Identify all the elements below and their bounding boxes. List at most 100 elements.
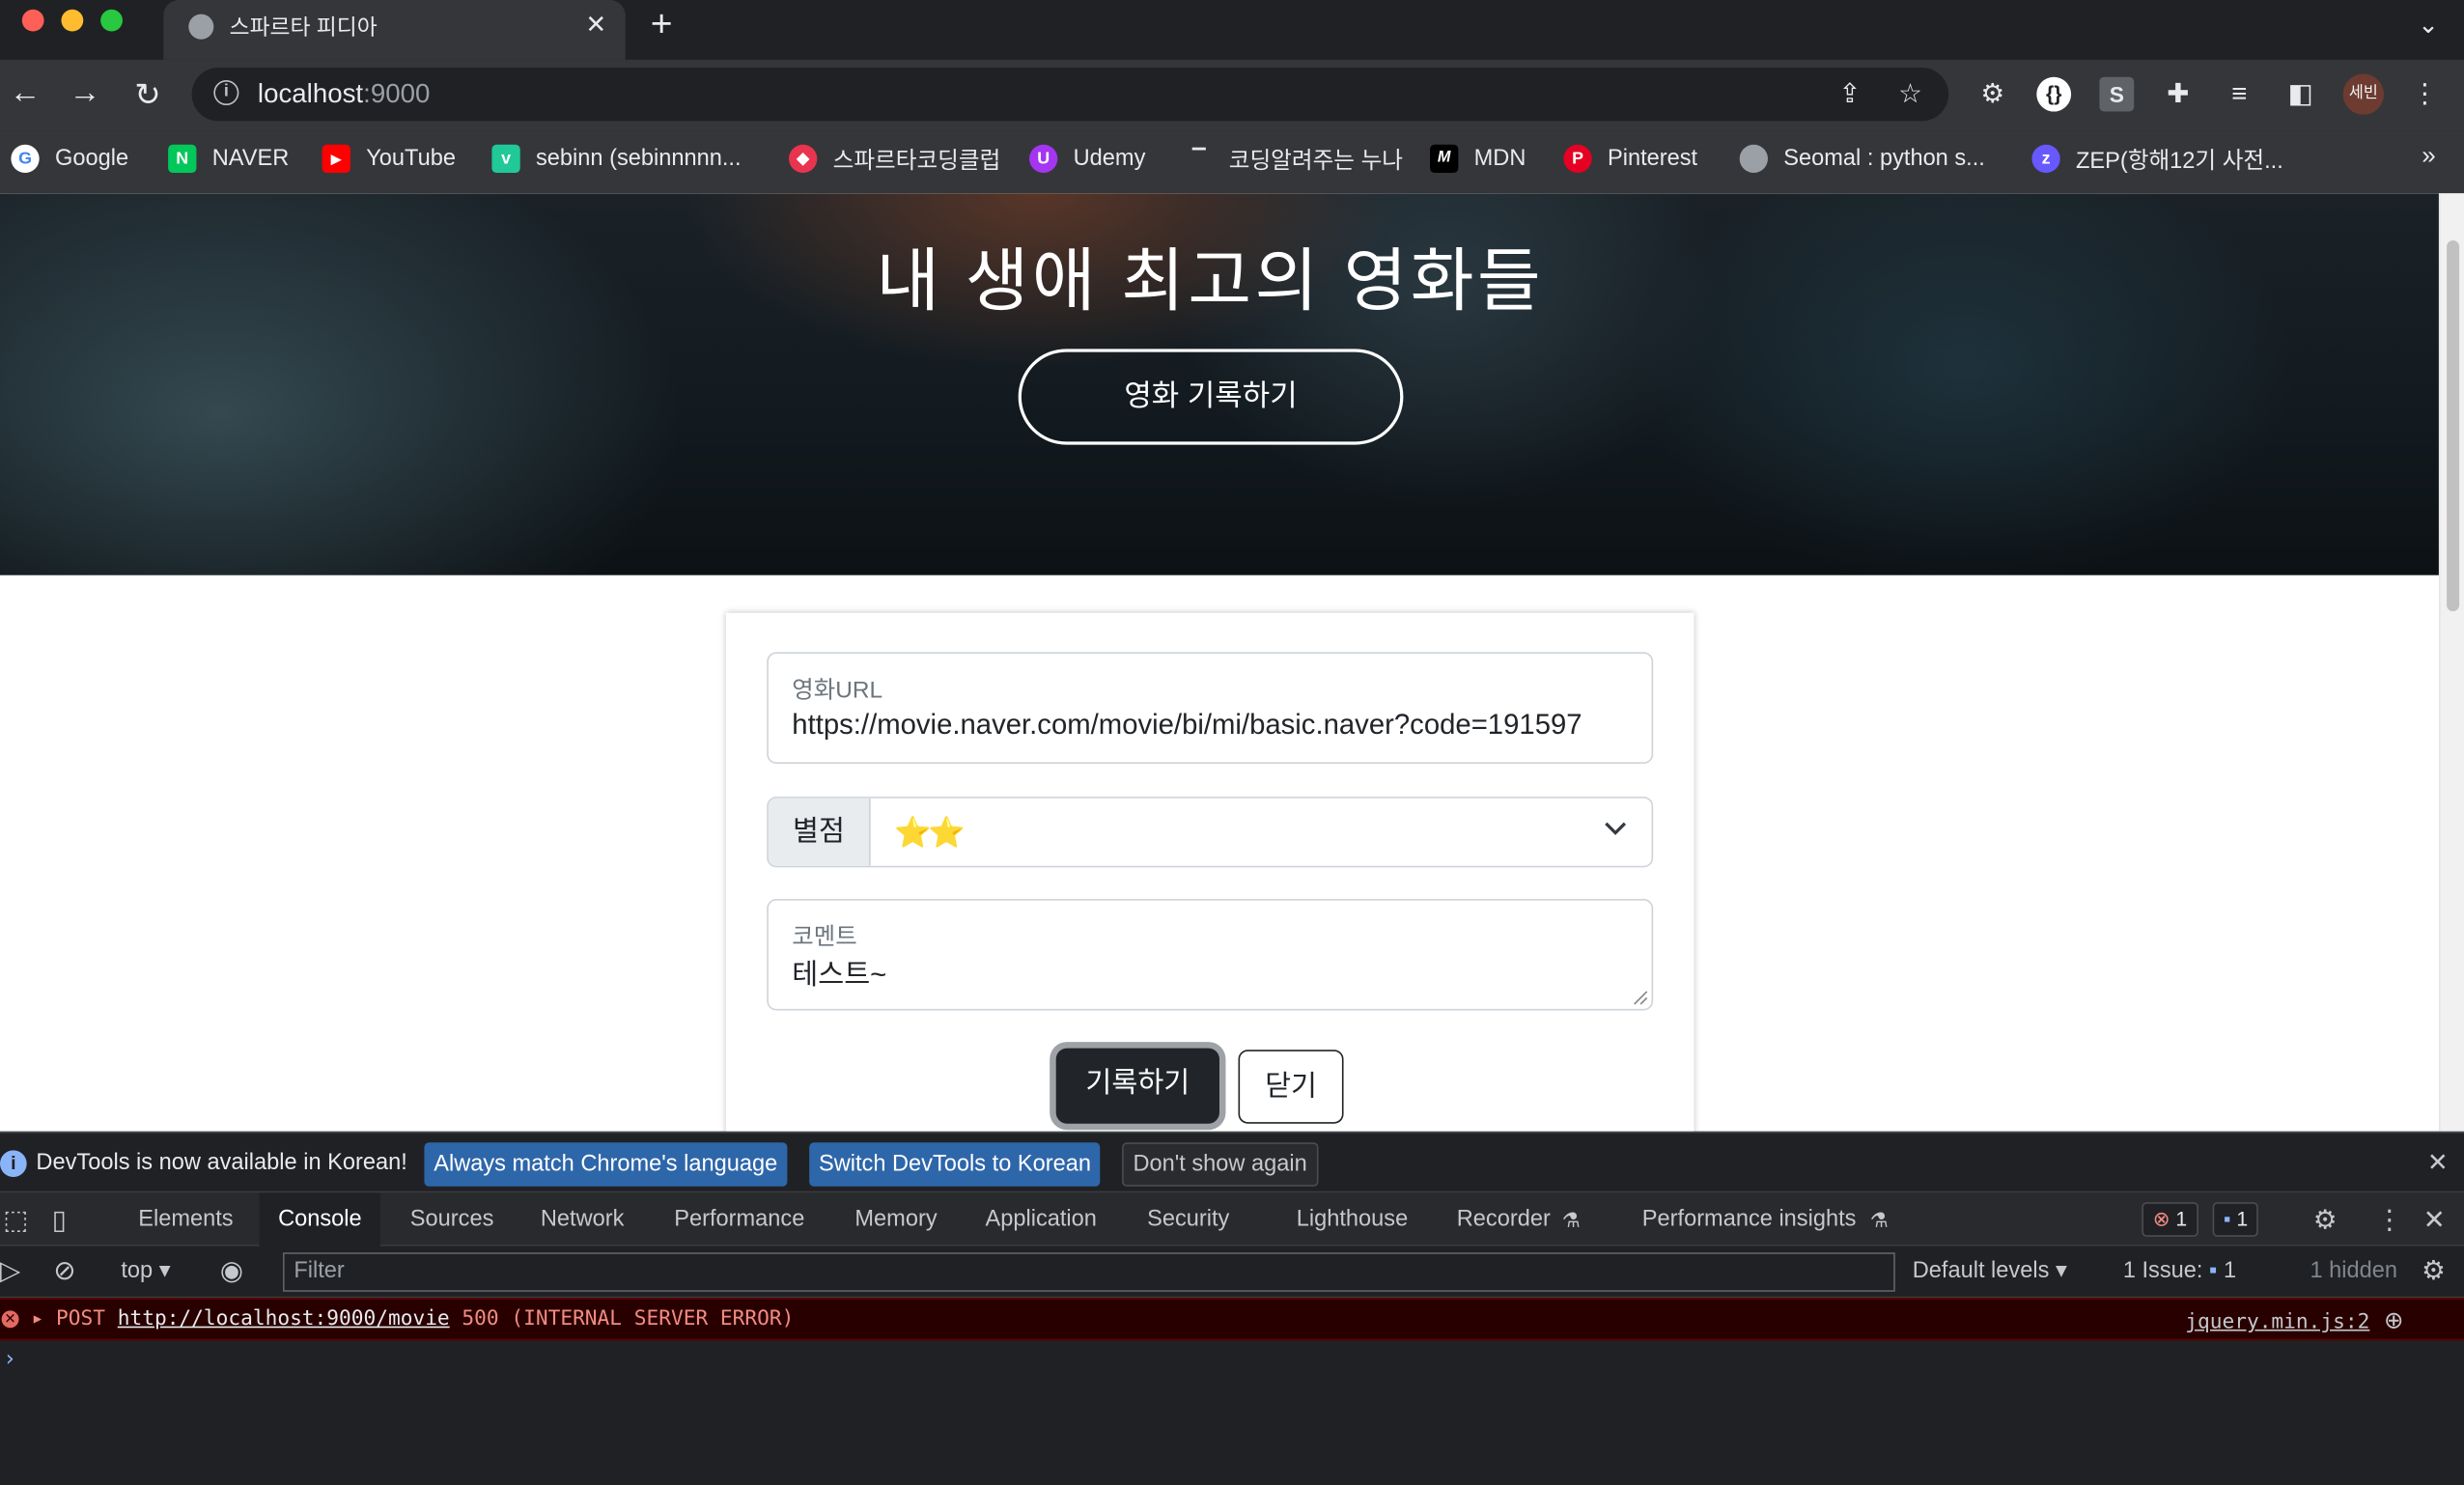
extension-icon[interactable]: {} [2036,76,2072,112]
bookmark-mdn[interactable]: M MDN [1430,143,1526,175]
puzzle-icon[interactable]: ✚ [2161,77,2196,112]
scrollbar-thumb[interactable] [2447,240,2460,612]
new-tab-button[interactable]: + [651,3,673,47]
comment-field[interactable]: 코멘트 테스트~ [767,898,1654,1011]
page-scrollbar[interactable] [2438,193,2464,1132]
back-button[interactable]: ← [7,75,44,111]
google-icon: G [11,144,40,174]
tab-console[interactable]: Console [259,1192,381,1247]
console-prompt[interactable]: › [3,1347,16,1372]
sidebar-toggle-icon[interactable]: ▷ [0,1255,20,1287]
side-panel-icon[interactable]: ◧ [2283,77,2318,112]
infobar-message: DevTools is now available in Korean! [36,1150,407,1176]
message-count-badge[interactable]: ▪ 1 [2212,1202,2259,1237]
youtube-icon: ▶ [322,144,350,174]
filter-input[interactable]: Filter [282,1252,1895,1292]
bookmark-velog[interactable]: v sebinn (sebinnnnn... [491,143,742,175]
error-url-link[interactable]: http://localhost:9000/movie [118,1307,450,1331]
udemy-icon: U [1029,144,1058,174]
rating-label: 별점 [768,798,871,866]
issues-button[interactable]: 1 Issue: ▪ 1 [2123,1259,2236,1284]
devtools-tabbar: ⬚ ▯ Elements Console Sources Network Per… [0,1192,2464,1247]
close-icon[interactable]: ✕ [585,10,606,42]
more-bookmarks-icon[interactable]: » [2422,143,2435,171]
bookmark-udemy[interactable]: U Udemy [1029,143,1145,175]
comment-textarea[interactable]: 테스트~ [792,952,886,993]
naver-icon: N [168,144,197,174]
close-icon[interactable]: ✕ [2423,1205,2446,1237]
close-icon[interactable]: ✕ [2427,1147,2449,1179]
flask-icon: ⚗ [1561,1208,1581,1232]
flask-icon: ⚗ [1869,1208,1889,1232]
bookmark-pinterest[interactable]: P Pinterest [1563,143,1697,175]
bookmark-seomal[interactable]: Seomal : python s... [1739,143,1985,175]
log-levels-dropdown[interactable]: Default levels ▾ [1913,1259,2067,1284]
tab-lighthouse[interactable]: Lighthouse [1277,1192,1427,1246]
s-extension-icon[interactable]: S [2099,76,2135,112]
record-movie-button[interactable]: 영화 기록하기 [1018,349,1404,445]
eye-icon[interactable]: ◉ [220,1255,243,1287]
bookmark-sparta[interactable]: ◆ 스파르타코딩클럽 [789,143,1000,175]
zep-icon: z [2031,144,2060,174]
tab-sources[interactable]: Sources [391,1192,513,1246]
avatar[interactable]: 세빈 [2342,73,2384,115]
tab-network[interactable]: Network [521,1192,643,1246]
more-options-icon[interactable]: ⋮ [2376,1205,2403,1237]
clear-console-icon[interactable]: ⊘ [53,1255,75,1287]
url-text[interactable]: localhost:9000 [258,78,430,110]
reload-button[interactable]: ↻ [128,75,166,115]
bookmark-naver[interactable]: N NAVER [168,143,289,175]
chevron-down-icon[interactable]: ⌄ [2418,10,2439,42]
tab-strip: 스파르타 피디아 ✕ + ⌄ [0,0,2464,60]
console-toolbar: ▷ ⊘ top ▾ ◉ Filter Default levels ▾ 1 Is… [0,1246,2464,1299]
context-selector[interactable]: top ▾ [121,1259,170,1284]
bookmark-zep[interactable]: z ZEP(항해12기 사전... [2031,143,2283,175]
devtools-panel: i DevTools is now available in Korean! A… [0,1131,2464,1485]
gear-icon[interactable]: ⚙ [2422,1255,2446,1287]
bookmarks-bar: G Google N NAVER ▶ YouTube v sebinn (sebinnn… [0,130,2464,194]
inspect-element-icon[interactable]: ⬚ [3,1205,28,1237]
movie-url-field[interactable]: 영화URL https://movie.naver.com/movie/bi/m… [767,652,1654,764]
error-source-link[interactable]: jquery.min.js:2 [2185,1310,2369,1333]
submit-button[interactable]: 기록하기 [1055,1048,1219,1124]
tab-performance[interactable]: Performance [656,1192,824,1246]
match-language-button[interactable]: Always match Chrome's language [424,1142,788,1187]
maximize-window-button[interactable] [100,9,123,32]
minimize-window-button[interactable] [61,9,84,32]
rating-select[interactable]: ⭐⭐ [894,814,966,852]
device-toolbar-icon[interactable]: ▯ [52,1205,67,1237]
bookmark-youtube[interactable]: ▶ YouTube [322,143,456,175]
dont-show-again-button[interactable]: Don't show again [1122,1142,1319,1187]
forward-button[interactable]: → [66,75,103,111]
tab-performance-insights[interactable]: Performance insights [1623,1192,1875,1246]
console-error-row[interactable]: ✕ ▸ POST http://localhost:9000/movie 500… [0,1298,2464,1341]
tab-memory[interactable]: Memory [836,1192,956,1246]
resize-handle-icon[interactable] [1633,990,1648,1005]
reading-list-icon[interactable]: ≡ [2222,77,2256,112]
browser-tab[interactable]: 스파르타 피디아 ✕ [163,0,626,60]
gear-icon[interactable]: ⚙ [2313,1205,2338,1237]
address-bar[interactable]: i localhost:9000 ⇪ ☆ [191,67,1949,122]
bookmark-coding-nuna[interactable]: ▔ 코딩알려주는 누나 [1185,143,1403,175]
rating-select-group: 별점 ⭐⭐ [767,797,1654,868]
pinterest-icon: P [1563,144,1592,174]
tab-security[interactable]: Security [1129,1192,1248,1246]
close-button[interactable]: 닫기 [1238,1050,1344,1124]
network-icon[interactable]: ⊕ [2384,1305,2403,1334]
gear-icon[interactable]: ⚙ [1975,77,2010,112]
bookmark-google[interactable]: G Google [11,143,128,175]
tab-application[interactable]: Application [966,1192,1116,1246]
tab-recorder[interactable]: Recorder [1438,1192,1569,1246]
star-icon[interactable]: ☆ [1898,78,1922,110]
info-icon[interactable]: i [213,80,239,106]
mdn-icon: M [1430,144,1459,174]
error-count-badge[interactable]: ⊗ 1 [2142,1202,2198,1237]
close-window-button[interactable] [21,9,44,32]
chevron-down-icon[interactable] [1605,817,1627,839]
switch-language-button[interactable]: Switch DevTools to Korean [809,1142,1101,1187]
share-icon[interactable]: ⇪ [1838,78,1861,110]
console-error-message[interactable]: ▸ POST http://localhost:9000/movie 500 (… [32,1307,795,1331]
menu-icon[interactable]: ⋮ [2407,77,2442,112]
tab-elements[interactable]: Elements [120,1192,252,1246]
movie-url-input[interactable]: https://movie.naver.com/movie/bi/mi/basi… [792,709,1631,742]
